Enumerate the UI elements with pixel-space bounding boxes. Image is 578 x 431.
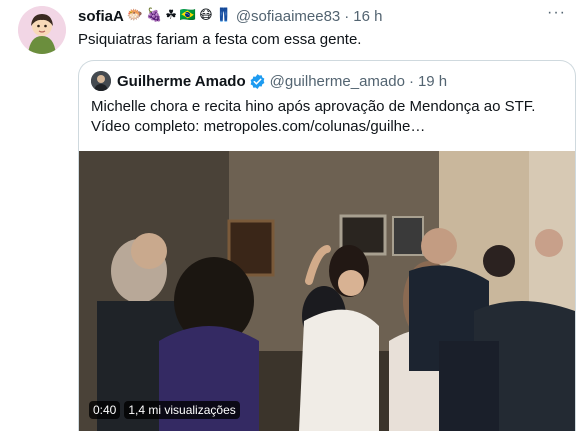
video-player[interactable]: 0:40 1,4 mi visualizações — [79, 151, 575, 431]
avatar-icon — [91, 71, 111, 91]
quoted-text: Michelle chora e recita hino após aprova… — [91, 97, 535, 137]
quoted-link[interactable]: metropoles.com/colunas/guilhe… — [204, 118, 426, 135]
quoted-time[interactable]: 19 h — [418, 73, 447, 90]
author-avatar[interactable] — [18, 6, 66, 54]
verified-badge-icon — [249, 73, 266, 90]
video-thumbnail — [79, 151, 575, 431]
author-name[interactable]: sofiaA — [78, 8, 124, 25]
video-info: 0:40 1,4 mi visualizações — [89, 401, 240, 419]
avatar-icon — [18, 6, 66, 54]
author-emoji: 🇧🇷 — [179, 8, 197, 23]
tweet-time[interactable]: 16 h — [353, 8, 382, 25]
quoted-header: Guilherme Amado @guilherme_amado · 19 h — [91, 71, 447, 91]
quoted-text-line2: Vídeo completo: metropoles.com/colunas/g… — [91, 117, 535, 137]
author-emoji: 😷 — [199, 8, 213, 23]
author-emoji: 🍇 — [146, 8, 163, 23]
separator-dot: · — [344, 7, 350, 25]
author-emoji: 🐡 — [126, 8, 144, 23]
quoted-author-handle[interactable]: @guilherme_amado — [270, 73, 405, 90]
quoted-author-name[interactable]: Guilherme Amado — [117, 73, 246, 90]
quoted-author-avatar[interactable] — [91, 71, 111, 91]
author-emoji: ☘ — [165, 8, 177, 23]
author-emoji: 👖 — [215, 8, 232, 23]
tweet-text: Psiquiatras fariam a festa com essa gent… — [78, 31, 362, 48]
video-views: 1,4 mi visualizações — [124, 401, 240, 419]
separator-dot: · — [408, 72, 414, 90]
quoted-text-line1: Michelle chora e recita hino após aprova… — [91, 98, 536, 115]
author-handle[interactable]: @sofiaaimee83 — [236, 8, 340, 25]
quoted-text-prefix: Vídeo completo: — [91, 118, 204, 135]
more-icon[interactable]: ··· — [547, 4, 566, 22]
quoted-tweet[interactable]: Guilherme Amado @guilherme_amado · 19 h … — [78, 60, 576, 431]
tweet-header: sofiaA 🐡 🍇 ☘ 🇧🇷 😷 👖 @sofiaaimee83 · 16 h — [78, 6, 382, 26]
video-duration: 0:40 — [89, 401, 121, 419]
